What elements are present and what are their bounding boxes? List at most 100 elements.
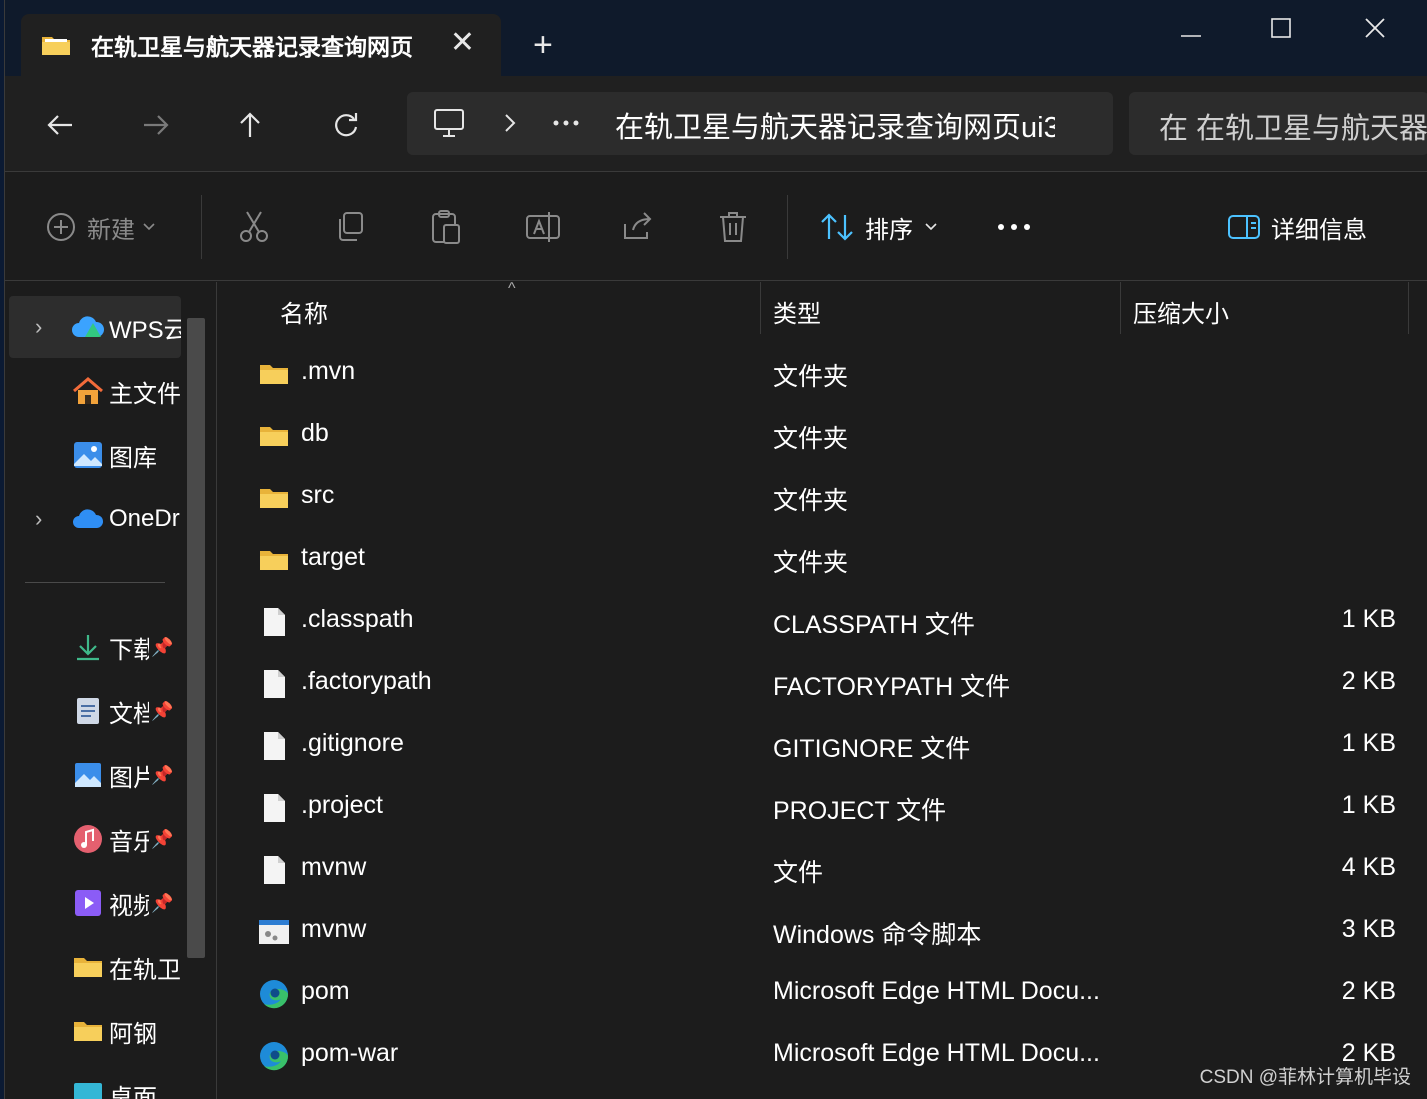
file-row[interactable]: src 文件夹 — [218, 468, 1427, 530]
column-resize-handle[interactable] — [1120, 282, 1121, 334]
forward-button[interactable] — [133, 102, 179, 148]
script-icon — [258, 916, 290, 948]
sidebar-item-onedrive[interactable]: › OneDrive — [9, 488, 181, 550]
file-row[interactable]: .project PROJECT 文件 1 KB — [218, 778, 1427, 840]
address-path: 在轨卫星与航天器记录查询网页ui39 — [615, 112, 1055, 144]
sidebar-item-videos[interactable]: 视频 📌 — [9, 872, 181, 934]
sidebar-item-label: 下载 — [109, 636, 149, 664]
sidebar-item-label: WPS云盘 — [109, 316, 181, 344]
column-header-type[interactable]: 类型 — [773, 294, 821, 329]
sidebar-item-label: 图库 — [109, 444, 157, 472]
column-header-name[interactable]: 名称 — [280, 294, 328, 329]
new-tab-button[interactable]: + — [533, 28, 553, 62]
details-pane-button[interactable]: 详细信息 — [1227, 205, 1367, 249]
minimize-button[interactable] — [1151, 8, 1231, 48]
file-icon — [258, 668, 290, 700]
sidebar-item-wps-cloud[interactable]: › WPS云盘 — [9, 296, 181, 358]
back-button[interactable] — [37, 102, 83, 148]
column-resize-handle[interactable] — [1408, 282, 1409, 334]
file-type: Microsoft Edge HTML Docu... — [773, 977, 1100, 1005]
file-type: Microsoft Edge HTML Docu... — [773, 1039, 1100, 1067]
sidebar-item-music[interactable]: 音乐 📌 — [9, 808, 181, 870]
sidebar-item-downloads[interactable]: 下载 📌 — [9, 616, 181, 678]
sidebar-item-home[interactable]: 主文件夹 — [9, 360, 181, 422]
file-type: FACTORYPATH 文件 — [773, 673, 1011, 701]
file-row[interactable]: .gitignore GITIGNORE 文件 1 KB — [218, 716, 1427, 778]
new-button-label: 新建 — [87, 216, 135, 244]
file-row[interactable]: mvnw Windows 命令脚本 3 KB — [218, 902, 1427, 964]
sidebar-item-pictures[interactable]: 图片 📌 — [9, 744, 181, 806]
sidebar-item-label: OneDrive — [109, 505, 181, 532]
refresh-button[interactable] — [323, 102, 369, 148]
close-window-button[interactable] — [1335, 8, 1415, 48]
sidebar-item-project-folder[interactable]: 在轨卫星 — [9, 936, 181, 998]
maximize-button[interactable] — [1241, 8, 1321, 48]
command-bar: 新建 排序 详细信息 — [5, 173, 1427, 281]
sidebar-item-gallery[interactable]: 图库 — [9, 424, 181, 486]
file-row[interactable]: db 文件夹 — [218, 406, 1427, 468]
more-path-icon[interactable] — [553, 119, 579, 127]
scissors-icon — [240, 211, 268, 242]
column-header-size[interactable]: 压缩大小 — [1133, 294, 1229, 329]
arrow-right-icon — [144, 115, 169, 135]
file-name: .project — [301, 791, 383, 819]
explorer-tab[interactable]: 在轨卫星与航天器记录查询网页 ✕ — [21, 14, 501, 76]
share-button[interactable] — [621, 205, 655, 249]
navigation-pane: › WPS云盘 主文件夹 图库 › OneDrive — [5, 282, 217, 1099]
column-resize-handle[interactable] — [760, 282, 761, 334]
pin-icon: 📌 — [151, 892, 174, 913]
file-row[interactable]: .mvn 文件夹 — [218, 344, 1427, 406]
edge-icon — [258, 978, 290, 1010]
chevron-right-icon[interactable]: › — [35, 506, 42, 532]
file-icon — [258, 606, 290, 638]
chevron-right-icon — [505, 114, 516, 132]
close-tab-button[interactable]: ✕ — [450, 28, 475, 58]
file-row[interactable]: target 文件夹 — [218, 530, 1427, 592]
more-options-button[interactable] — [997, 205, 1031, 249]
file-name: .gitignore — [301, 729, 404, 757]
copy-button[interactable] — [333, 205, 367, 249]
file-type: 文件夹 — [773, 425, 849, 453]
close-icon — [1365, 18, 1385, 38]
chevron-right-icon[interactable]: › — [35, 314, 42, 340]
file-icon — [258, 792, 290, 824]
up-button[interactable] — [227, 102, 273, 148]
pictures-icon — [71, 758, 105, 792]
search-box[interactable]: 在 在轨卫星与航天器 — [1129, 92, 1427, 155]
file-name: mvnw — [301, 853, 367, 881]
delete-button[interactable] — [717, 205, 749, 249]
file-size: 1 KB — [1341, 791, 1396, 819]
sidebar-scrollbar[interactable] — [187, 318, 205, 958]
sidebar-item-label: 主文件夹 — [109, 380, 181, 408]
copy-icon — [339, 212, 363, 241]
new-button[interactable]: 新建 — [45, 205, 155, 249]
file-list: ^ 名称 类型 压缩大小 .mvn 文件夹 db 文件夹 src 文件夹 tar… — [218, 282, 1427, 1099]
file-name: target — [301, 543, 365, 571]
details-pane-icon — [1228, 215, 1260, 239]
paste-button[interactable] — [429, 205, 463, 249]
file-row[interactable]: .factorypath FACTORYPATH 文件 2 KB — [218, 654, 1427, 716]
rename-button[interactable] — [525, 205, 561, 249]
refresh-icon — [335, 113, 358, 137]
sidebar-item-documents[interactable]: 文档 📌 — [9, 680, 181, 742]
sort-button[interactable]: 排序 — [819, 205, 937, 249]
home-icon — [71, 374, 105, 408]
maximize-icon — [1271, 18, 1291, 38]
file-explorer-window: 在轨卫星与航天器记录查询网页 ✕ + 在轨卫星与航天器记录查询网页ui39 在 … — [4, 0, 1427, 1099]
address-row: 在轨卫星与航天器记录查询网页ui39 在 在轨卫星与航天器 — [5, 76, 1427, 172]
folder-icon — [71, 950, 105, 984]
address-bar[interactable]: 在轨卫星与航天器记录查询网页ui39 — [407, 92, 1113, 155]
file-type: 文件夹 — [773, 487, 849, 515]
file-icon — [258, 854, 290, 886]
folder-icon — [258, 482, 290, 514]
cut-button[interactable] — [237, 205, 271, 249]
file-row[interactable]: pom Microsoft Edge HTML Docu... 2 KB — [218, 964, 1427, 1026]
file-icon — [258, 730, 290, 762]
sidebar-item-agang[interactable]: 阿钢 — [9, 1000, 181, 1062]
sidebar-item-desktop[interactable]: 桌面 — [9, 1064, 181, 1099]
sidebar-item-label: 视频 — [109, 892, 149, 920]
file-row[interactable]: .classpath CLASSPATH 文件 1 KB — [218, 592, 1427, 654]
file-row[interactable]: mvnw 文件 4 KB — [218, 840, 1427, 902]
desktop-icon — [71, 1078, 105, 1099]
sort-icon — [821, 213, 853, 241]
